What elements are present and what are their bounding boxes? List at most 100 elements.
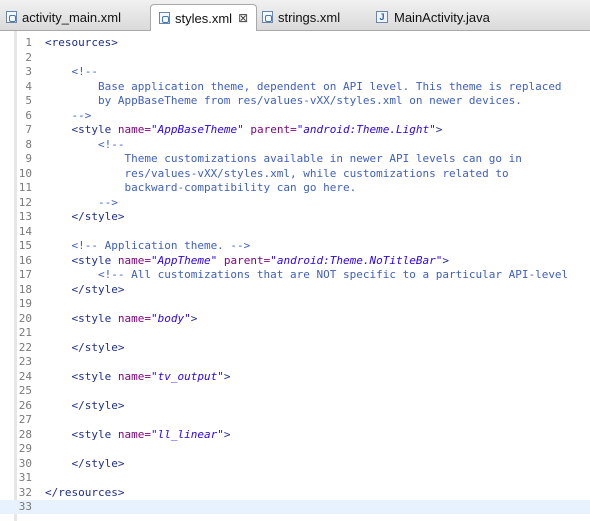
line-number: 7: [25, 123, 32, 136]
code-token: backward-compatibility can go here.: [45, 181, 357, 194]
line-number: 20: [18, 311, 32, 325]
code-line[interactable]: 18 </style>: [0, 283, 590, 297]
code-line[interactable]: 15 <!-- Application theme. -->: [0, 239, 590, 253]
code-token: <style: [45, 427, 118, 441]
line-number: 16: [18, 253, 32, 267]
line-number: 26: [18, 398, 32, 412]
code-line[interactable]: 21: [0, 326, 590, 340]
line-number: 14: [18, 224, 32, 238]
code-line[interactable]: 4 Base application theme, dependent on A…: [0, 80, 590, 94]
code-line[interactable]: 16 <style name="AppTheme" parent="androi…: [0, 254, 590, 268]
code-token: "android:Theme.Light": [296, 123, 436, 136]
code-line[interactable]: 3 <!--: [0, 65, 590, 79]
code-text: </style>: [45, 283, 124, 297]
code-text: <style name="body">: [45, 312, 197, 326]
tab-mainactivity-java[interactable]: J MainActivity.java: [376, 4, 490, 30]
code-text: <style name="AppBaseTheme" parent="andro…: [45, 123, 442, 137]
code-line[interactable]: 9 Theme customizations available in newe…: [0, 152, 590, 166]
code-text: <!--: [45, 138, 125, 152]
code-line[interactable]: 30 </style>: [0, 457, 590, 471]
code-token: >: [435, 123, 443, 136]
line-number: 19: [18, 297, 32, 310]
code-line[interactable]: 22 </style>: [0, 341, 590, 355]
code-line[interactable]: 25: [0, 384, 590, 398]
tab-label: styles.xml: [175, 10, 233, 26]
line-number: 15: [18, 239, 32, 252]
code-line[interactable]: 6 -->: [0, 109, 590, 123]
code-token: name=: [117, 369, 151, 383]
code-text: by AppBaseTheme from res/values-vXX/styl…: [45, 94, 522, 108]
line-number: 28: [18, 427, 32, 441]
code-token: >: [190, 311, 198, 325]
line-number: 25: [18, 384, 32, 397]
code-token: "ll_linear": [150, 427, 224, 441]
xml-file-icon: [6, 11, 17, 23]
code-text: <style name="AppTheme" parent="android:T…: [45, 254, 449, 268]
xml-file-icon: [262, 11, 273, 23]
code-token: </style>: [45, 210, 125, 223]
code-token: <style: [45, 123, 118, 136]
line-number: 1: [25, 36, 32, 49]
code-line[interactable]: 26 </style>: [0, 399, 590, 413]
code-token: </resources>: [45, 485, 125, 499]
tab-strings-xml[interactable]: strings.xml: [262, 4, 340, 30]
code-line[interactable]: 8 <!--: [0, 138, 590, 152]
tab-styles-xml[interactable]: styles.xml ⊠: [150, 4, 258, 31]
code-line[interactable]: 33: [0, 500, 590, 514]
code-line[interactable]: 12 -->: [0, 196, 590, 210]
code-text: -->: [45, 196, 118, 210]
line-number: 3: [25, 65, 32, 78]
line-number: 12: [18, 195, 32, 209]
code-token: Theme customizations available in newer …: [45, 152, 522, 165]
code-line[interactable]: 13 </style>: [0, 210, 590, 224]
code-line[interactable]: 20 <style name="body">: [0, 312, 590, 326]
code-line[interactable]: 1 <resources>: [0, 36, 590, 50]
line-number: 33: [18, 500, 32, 513]
code-line[interactable]: 24 <style name="tv_output">: [0, 370, 590, 384]
line-number: 23: [18, 355, 32, 368]
code-text: </style>: [45, 341, 124, 355]
code-token: >: [223, 369, 231, 383]
code-line[interactable]: 31: [0, 471, 590, 485]
code-editor[interactable]: 1 <resources> 2 3 <!-- 4 Base application th…: [0, 31, 590, 521]
xml-file-icon: [159, 12, 170, 24]
code-line[interactable]: 28 <style name="ll_linear">: [0, 428, 590, 442]
code-line[interactable]: 29: [0, 442, 590, 456]
code-token: parent=: [250, 123, 297, 136]
code-token: -->: [45, 195, 118, 209]
code-line[interactable]: 7 <style name="AppBaseTheme" parent="and…: [0, 123, 590, 137]
code-token: <!-- All customizations that are NOT spe…: [45, 268, 569, 281]
editor-tab-bar: activity_main.xml styles.xml ⊠ strings.x…: [0, 0, 590, 31]
code-token: </style>: [45, 456, 125, 470]
code-token: </style>: [45, 282, 125, 296]
code-line[interactable]: 14: [0, 225, 590, 239]
code-text: </style>: [45, 399, 124, 413]
code-token: parent=: [223, 253, 271, 267]
code-line[interactable]: 19: [0, 297, 590, 311]
code-line[interactable]: 17 <!-- All customizations that are NOT …: [0, 268, 590, 282]
line-number: 9: [25, 152, 32, 165]
close-tab-icon[interactable]: ⊠: [238, 11, 248, 25]
code-token: name=: [117, 253, 151, 267]
line-number: 31: [18, 471, 32, 484]
tab-label: activity_main.xml: [22, 9, 121, 25]
line-number: 4: [25, 79, 32, 93]
java-file-icon: J: [376, 11, 388, 23]
line-number: 22: [18, 340, 32, 354]
code-token: name=: [117, 427, 151, 441]
code-token: "AppTheme": [150, 253, 218, 267]
line-number: 2: [25, 50, 32, 64]
tab-activity-main-xml[interactable]: activity_main.xml: [6, 4, 121, 30]
code-line[interactable]: 11 backward-compatibility can go here.: [0, 181, 590, 195]
code-token: </style>: [45, 398, 125, 412]
code-line[interactable]: 23: [0, 355, 590, 369]
code-line[interactable]: 10 res/values-vXX/styles.xml, while cust…: [0, 167, 590, 181]
code-text: <style name="tv_output">: [45, 370, 230, 384]
code-text: <!-- Application theme. -->: [45, 239, 250, 253]
code-line[interactable]: 27: [0, 413, 590, 427]
code-token: <!--: [45, 65, 98, 78]
code-line[interactable]: 5 by AppBaseTheme from res/values-vXX/st…: [0, 94, 590, 108]
code-line[interactable]: 32 </resources>: [0, 486, 590, 500]
code-line[interactable]: 2: [0, 51, 590, 65]
code-token: </style>: [45, 340, 125, 354]
